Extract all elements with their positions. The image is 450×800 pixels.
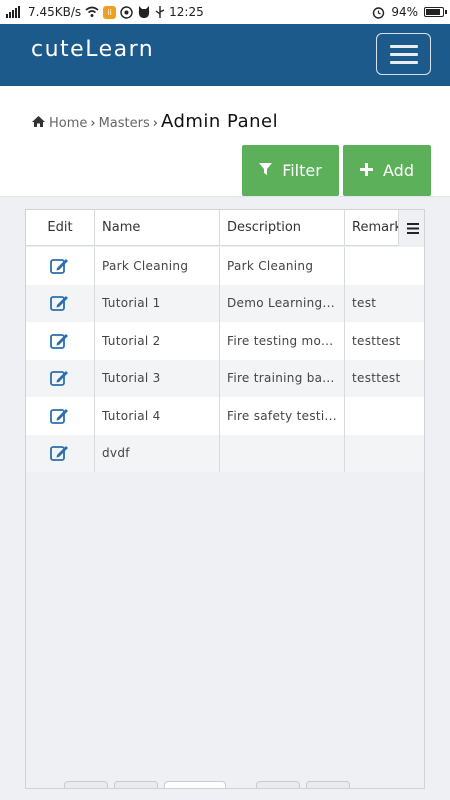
grid-header: Edit Name Description Remarks bbox=[26, 210, 424, 246]
chevron-right-icon: › bbox=[152, 116, 158, 131]
remarks-cell-text: testtest bbox=[352, 333, 401, 348]
edit-cell bbox=[26, 397, 95, 435]
breadcrumb-home-link[interactable]: Home bbox=[49, 116, 87, 131]
add-button-label: Add bbox=[383, 161, 414, 180]
cat-app-icon bbox=[137, 5, 151, 19]
filter-button[interactable]: Filter bbox=[242, 145, 339, 196]
data-grid: Edit Name Description Remarks Park Clean… bbox=[25, 209, 425, 789]
breadcrumb: Home › Masters › Admin Panel bbox=[32, 111, 278, 132]
remarks-cell: test bbox=[345, 285, 424, 323]
filter-button-label: Filter bbox=[282, 161, 322, 180]
table-row: Tutorial 4 Fire safety testi... bbox=[26, 397, 424, 435]
edit-cell bbox=[26, 284, 95, 322]
table-row: dvdf bbox=[26, 434, 424, 473]
edit-cell bbox=[26, 434, 95, 472]
app-navbar: cuteLearn bbox=[0, 24, 450, 86]
signal-icon bbox=[6, 6, 24, 18]
plus-icon bbox=[360, 161, 373, 180]
name-cell: Park Cleaning bbox=[95, 247, 220, 285]
alarm-icon bbox=[372, 6, 385, 19]
edit-cell bbox=[26, 322, 95, 360]
description-cell: Fire safety testi... bbox=[220, 397, 345, 435]
name-cell-text: Park Cleaning bbox=[102, 258, 189, 273]
description-cell-text: Fire safety testi... bbox=[227, 408, 337, 423]
menu-lines-icon bbox=[406, 222, 419, 234]
description-cell-text: Fire testing mo... bbox=[227, 333, 334, 348]
name-cell: Tutorial 4 bbox=[95, 397, 220, 435]
description-cell: Demo Learning... bbox=[220, 284, 345, 322]
grid-body: Park Cleaning Park Cleaning Tutorial 1 Demo… bbox=[26, 247, 424, 473]
hamburger-menu-button[interactable] bbox=[376, 33, 431, 75]
table-row: Tutorial 1 Demo Learning... test bbox=[26, 284, 424, 323]
home-icon[interactable] bbox=[32, 116, 45, 131]
hamburger-line-icon bbox=[389, 52, 418, 56]
name-cell-text: dvdf bbox=[102, 446, 130, 461]
hamburger-line-icon bbox=[389, 60, 418, 64]
edit-icon[interactable] bbox=[50, 369, 70, 387]
remarks-cell: testtest bbox=[345, 360, 424, 398]
app-brand[interactable]: cuteLearn bbox=[31, 37, 154, 62]
whatsapp-icon bbox=[120, 5, 133, 19]
name-cell: Tutorial 3 bbox=[95, 359, 220, 397]
previous-page-button[interactable] bbox=[114, 781, 158, 788]
edit-icon[interactable] bbox=[50, 257, 70, 275]
remarks-cell-text: test bbox=[352, 296, 377, 311]
first-page-button[interactable] bbox=[64, 781, 108, 788]
breadcrumb-masters-link[interactable]: Masters bbox=[99, 116, 150, 131]
table-row: Tutorial 2 Fire testing mo... testtest bbox=[26, 322, 424, 360]
usb-icon bbox=[155, 5, 165, 19]
name-cell-text: Tutorial 1 bbox=[102, 296, 161, 311]
chevron-right-icon: › bbox=[90, 116, 96, 131]
edit-icon[interactable] bbox=[50, 294, 70, 312]
hamburger-line-icon bbox=[389, 44, 418, 48]
next-page-button[interactable] bbox=[255, 781, 300, 788]
description-cell-text: Park Cleaning bbox=[227, 258, 314, 273]
column-menu-button[interactable] bbox=[398, 210, 424, 246]
name-cell-text: Tutorial 4 bbox=[102, 408, 161, 423]
name-cell-text: Tutorial 3 bbox=[102, 371, 161, 386]
description-cell: Fire testing mo... bbox=[220, 322, 345, 360]
description-cell-text: Fire training ba... bbox=[227, 371, 335, 386]
edit-icon[interactable] bbox=[50, 444, 70, 462]
column-header-name[interactable]: Name bbox=[95, 210, 220, 245]
description-cell bbox=[220, 434, 345, 472]
edit-icon[interactable] bbox=[50, 407, 70, 425]
last-page-button[interactable] bbox=[305, 781, 350, 788]
remarks-cell bbox=[345, 397, 424, 435]
pagination: 1 / 1 bbox=[64, 781, 350, 788]
battery-percent: 94% bbox=[391, 5, 418, 19]
edit-icon[interactable] bbox=[50, 332, 70, 350]
filter-icon bbox=[259, 161, 273, 180]
content-area: Edit Name Description Remarks Park Clean… bbox=[0, 196, 450, 800]
remarks-cell-text: testtest bbox=[352, 371, 401, 386]
description-cell: Park Cleaning bbox=[220, 247, 345, 285]
column-header-edit[interactable]: Edit bbox=[26, 210, 95, 245]
column-header-description[interactable]: Description bbox=[220, 210, 345, 245]
table-row: Park Cleaning Park Cleaning bbox=[26, 247, 424, 285]
description-cell-text: Demo Learning... bbox=[227, 296, 335, 311]
add-button[interactable]: Add bbox=[343, 145, 431, 196]
status-bar: 7.45KB/s ii 12:25 94% bbox=[0, 0, 450, 24]
table-row: Tutorial 3 Fire training ba... testtest bbox=[26, 359, 424, 398]
edit-cell bbox=[26, 359, 95, 397]
remarks-cell bbox=[345, 435, 424, 473]
name-cell-text: Tutorial 2 bbox=[102, 333, 161, 348]
battery-icon bbox=[424, 7, 447, 17]
remarks-cell: testtest bbox=[345, 322, 424, 360]
wifi-icon bbox=[85, 6, 99, 18]
name-cell: Tutorial 1 bbox=[95, 284, 220, 322]
name-cell: Tutorial 2 bbox=[95, 322, 220, 360]
edit-cell bbox=[26, 247, 95, 285]
remarks-cell bbox=[345, 247, 424, 285]
page-number-input[interactable]: 1 bbox=[164, 781, 226, 788]
battery-level-fill bbox=[426, 9, 440, 15]
notification-app-icon: ii bbox=[103, 5, 117, 19]
clock-time: 12:25 bbox=[169, 5, 204, 19]
page-title: Admin Panel bbox=[160, 111, 279, 132]
name-cell: dvdf bbox=[95, 434, 220, 472]
network-speed: 7.45KB/s bbox=[28, 5, 82, 19]
description-cell: Fire training ba... bbox=[220, 359, 345, 397]
